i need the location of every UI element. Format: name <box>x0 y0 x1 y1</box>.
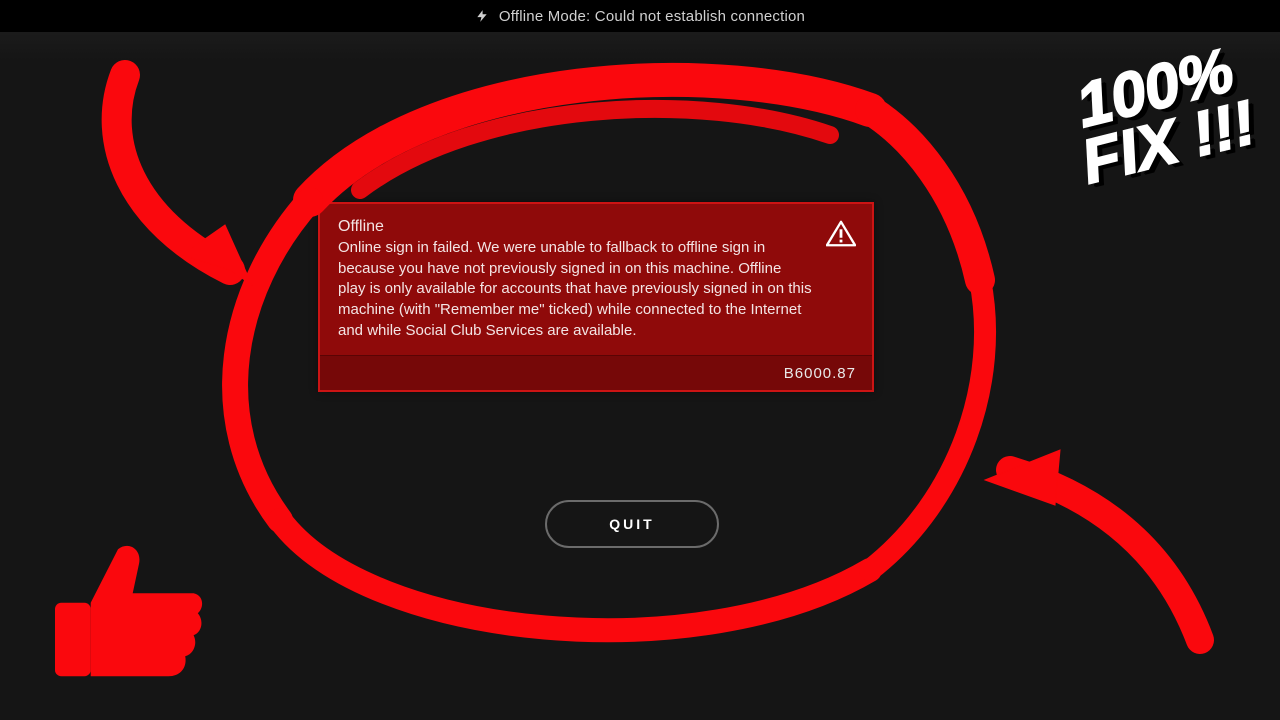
quit-button-label: QUIT <box>609 516 654 532</box>
status-bar: Offline Mode: Could not establish connec… <box>0 0 1280 32</box>
status-text: Offline Mode: Could not establish connec… <box>499 8 805 25</box>
offline-error-card: Offline Online sign in failed. We were u… <box>318 202 874 392</box>
thumbs-up-icon <box>55 546 202 676</box>
error-card-body: Offline Online sign in failed. We were u… <box>320 204 872 355</box>
warning-triangle-icon <box>826 220 856 248</box>
error-title: Offline <box>338 218 812 236</box>
error-card-footer: B6000.87 <box>320 355 872 390</box>
quit-button[interactable]: QUIT <box>545 500 719 548</box>
error-message: Online sign in failed. We were unable to… <box>338 238 812 341</box>
overlay-fix-line2: FIX !!! <box>1077 95 1261 192</box>
lightning-icon <box>475 9 489 23</box>
overlay-fix-text: 100% FIX !!! <box>1063 40 1260 191</box>
error-code: B6000.87 <box>784 365 856 382</box>
